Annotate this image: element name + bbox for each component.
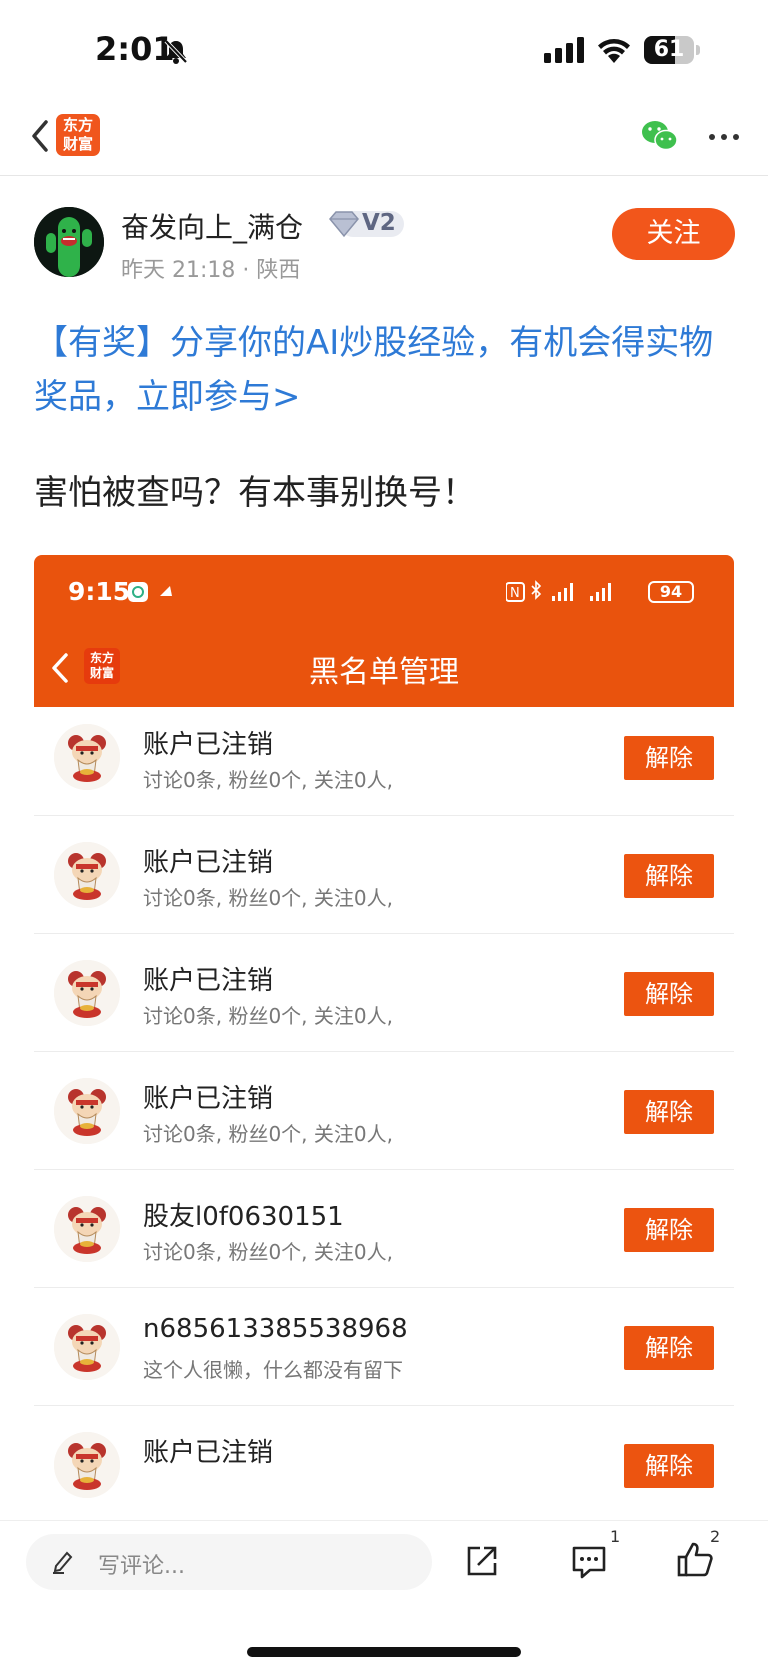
mascot-avatar-icon	[54, 1432, 120, 1498]
unblock-button[interactable]: 解除	[624, 1090, 714, 1134]
user-name: 股友l0f0630151	[143, 1202, 344, 1232]
user-stats: 这个人很懒，什么都没有留下	[143, 1358, 403, 1382]
blacklist-row: 账户已注销 解除	[34, 1406, 734, 1524]
user-avatar[interactable]	[54, 1196, 120, 1262]
comment-input[interactable]: 写评论...	[26, 1534, 432, 1590]
post-time: 昨天 21:18	[121, 258, 236, 283]
blacklist-row: 账户已注销 讨论0条, 粉丝0个, 关注0人, 解除	[34, 934, 734, 1052]
embed-time: 9:15	[68, 577, 131, 606]
thumbs-up-icon[interactable]	[676, 1541, 714, 1579]
mascot-avatar-icon	[54, 842, 120, 908]
user-name: 账户已注销	[143, 730, 274, 760]
top-nav: 东方 财富	[0, 100, 768, 176]
user-stats: 讨论0条, 粉丝0个, 关注0人,	[143, 886, 393, 910]
vip-badge: V2	[326, 208, 406, 240]
post-location: 陕西	[256, 258, 301, 283]
blacklist-row: 账户已注销 讨论0条, 粉丝0个, 关注0人, 解除	[34, 1052, 734, 1170]
blacklist-row: 账户已注销 讨论0条, 粉丝0个, 关注0人, 解除	[34, 698, 734, 816]
battery-icon: 61	[644, 36, 700, 64]
unblock-button[interactable]: 解除	[624, 736, 714, 780]
share-icon[interactable]	[464, 1543, 500, 1579]
user-name: n685613385538968	[143, 1314, 408, 1344]
embedded-screenshot[interactable]: 9:15 N 94 东方 财富 黑名单管理 账户已注销 讨论0条, 粉丝0个, …	[34, 555, 734, 1525]
user-stats: 讨论0条, 粉丝0个, 关注0人,	[143, 768, 393, 792]
user-name: 账户已注销	[143, 1084, 274, 1114]
pencil-icon	[53, 1551, 73, 1574]
mascot-avatar-icon	[54, 1078, 120, 1144]
author-avatar[interactable]	[34, 207, 104, 277]
like-count: 2	[710, 1527, 721, 1546]
cactus-avatar-icon	[34, 207, 104, 277]
home-indicator	[247, 1647, 521, 1657]
mascot-avatar-icon	[54, 1196, 120, 1262]
comment-count: 1	[610, 1527, 621, 1546]
vip-level: V2	[362, 210, 396, 236]
user-name: 账户已注销	[143, 1438, 274, 1468]
blacklist-row: n685613385538968 这个人很懒，什么都没有留下 解除	[34, 1288, 734, 1406]
user-stats: 讨论0条, 粉丝0个, 关注0人,	[143, 1122, 393, 1146]
battery-percent: 61	[653, 37, 685, 62]
user-avatar[interactable]	[54, 1314, 120, 1380]
follow-button[interactable]: 关注	[612, 208, 735, 260]
more-options-icon[interactable]	[706, 122, 742, 152]
embed-status-icons: N	[506, 580, 611, 602]
mascot-avatar-icon	[54, 1314, 120, 1380]
user-avatar[interactable]	[54, 724, 120, 790]
promo-link[interactable]: 【有奖】分享你的AI炒股经验，有机会得实物奖品，立即参与>	[34, 316, 734, 424]
wechat-share-icon[interactable]	[640, 118, 680, 154]
unblock-button[interactable]: 解除	[624, 1326, 714, 1370]
comment-icon[interactable]	[570, 1543, 608, 1581]
embed-page-title: 黑名单管理	[309, 655, 459, 690]
bell-muted-icon	[164, 39, 188, 64]
user-stats: 讨论0条, 粉丝0个, 关注0人,	[143, 1240, 393, 1264]
meta-separator: ·	[242, 258, 257, 283]
post-meta: 昨天 21:18 · 陕西	[121, 252, 300, 284]
app-logo[interactable]: 东方 财富	[56, 114, 100, 156]
svg-text:N: N	[510, 586, 520, 601]
blacklist-row: 股友l0f0630151 讨论0条, 粉丝0个, 关注0人, 解除	[34, 1170, 734, 1288]
unblock-button[interactable]: 解除	[624, 1208, 714, 1252]
user-avatar[interactable]	[54, 842, 120, 908]
unblock-button[interactable]: 解除	[624, 854, 714, 898]
user-name: 账户已注销	[143, 848, 274, 878]
embed-header: 9:15 N 94 东方 财富 黑名单管理	[34, 555, 734, 707]
post-text: 害怕被查吗？有本事别换号！	[34, 473, 476, 513]
embed-notification-icons	[128, 582, 172, 602]
comment-placeholder: 写评论...	[98, 1554, 185, 1579]
user-avatar[interactable]	[54, 1078, 120, 1144]
user-avatar[interactable]	[54, 960, 120, 1026]
mascot-avatar-icon	[54, 960, 120, 1026]
user-stats: 讨论0条, 粉丝0个, 关注0人,	[143, 1004, 393, 1028]
unblock-button[interactable]: 解除	[624, 1444, 714, 1488]
wifi-icon	[598, 39, 630, 63]
bottom-action-bar: 写评论... 1 2	[0, 1520, 768, 1665]
user-avatar[interactable]	[54, 1432, 120, 1498]
author-name[interactable]: 奋发向上_满仓	[121, 206, 303, 246]
cellular-signal-icon	[544, 37, 584, 63]
mascot-avatar-icon	[54, 724, 120, 790]
blacklist-row: 账户已注销 讨论0条, 粉丝0个, 关注0人, 解除	[34, 816, 734, 934]
status-bar: 2:01 61	[0, 0, 768, 100]
user-name: 账户已注销	[143, 966, 274, 996]
unblock-button[interactable]: 解除	[624, 972, 714, 1016]
embed-battery: 94	[648, 581, 694, 603]
